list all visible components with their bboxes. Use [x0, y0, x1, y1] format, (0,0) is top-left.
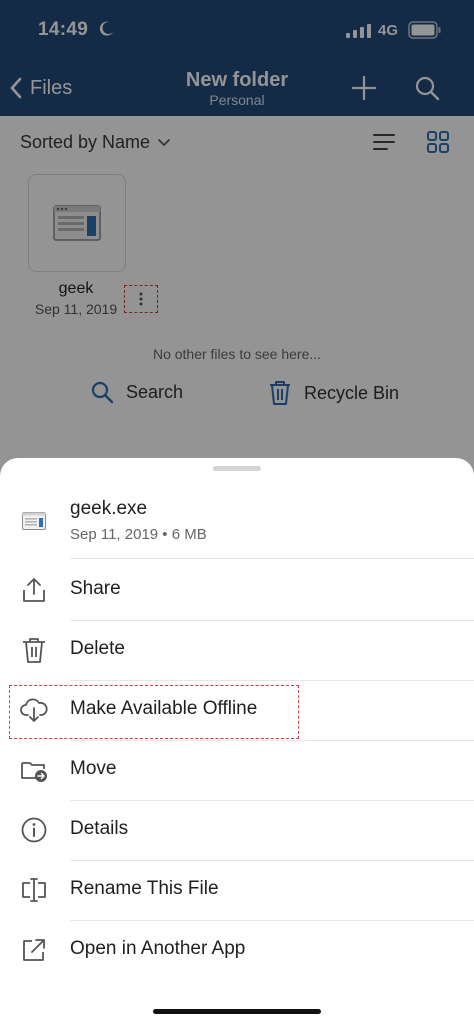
make-available-offline-action[interactable]: Make Available Offline [0, 680, 474, 741]
details-action[interactable]: Details [0, 800, 474, 861]
action-label: Share [70, 578, 121, 599]
action-label: Details [70, 818, 129, 839]
action-label: Open in Another App [70, 938, 246, 959]
action-label: Rename This File [70, 878, 219, 899]
rename-action[interactable]: Rename This File [0, 860, 474, 921]
home-indicator[interactable] [153, 1009, 321, 1014]
application-file-icon [22, 512, 46, 530]
action-label: Delete [70, 638, 125, 659]
share-icon [23, 578, 45, 602]
open-in-another-app-action[interactable]: Open in Another App [0, 920, 474, 980]
folder-move-icon [21, 762, 47, 782]
action-sheet: geek.exe Sep 11, 2019 • 6 MB Share Delet… [0, 458, 474, 1026]
action-list: Share Delete Make Available Offline Move… [0, 560, 474, 980]
sheet-file-name: geek.exe [70, 498, 148, 519]
sheet-file-meta: Sep 11, 2019 • 6 MB [70, 526, 207, 543]
info-icon [21, 817, 47, 843]
action-label: Make Available Offline [70, 698, 258, 719]
sheet-file-header: geek.exe Sep 11, 2019 • 6 MB [0, 486, 474, 558]
external-link-icon [23, 939, 45, 961]
delete-action[interactable]: Delete [0, 620, 474, 681]
action-label: Move [70, 758, 117, 779]
trash-icon [23, 638, 45, 663]
rename-icon [22, 878, 46, 902]
sheet-drag-handle[interactable] [213, 466, 261, 471]
share-action[interactable]: Share [0, 560, 474, 621]
move-action[interactable]: Move [0, 740, 474, 801]
divider [70, 558, 474, 559]
cloud-download-icon [20, 698, 48, 722]
